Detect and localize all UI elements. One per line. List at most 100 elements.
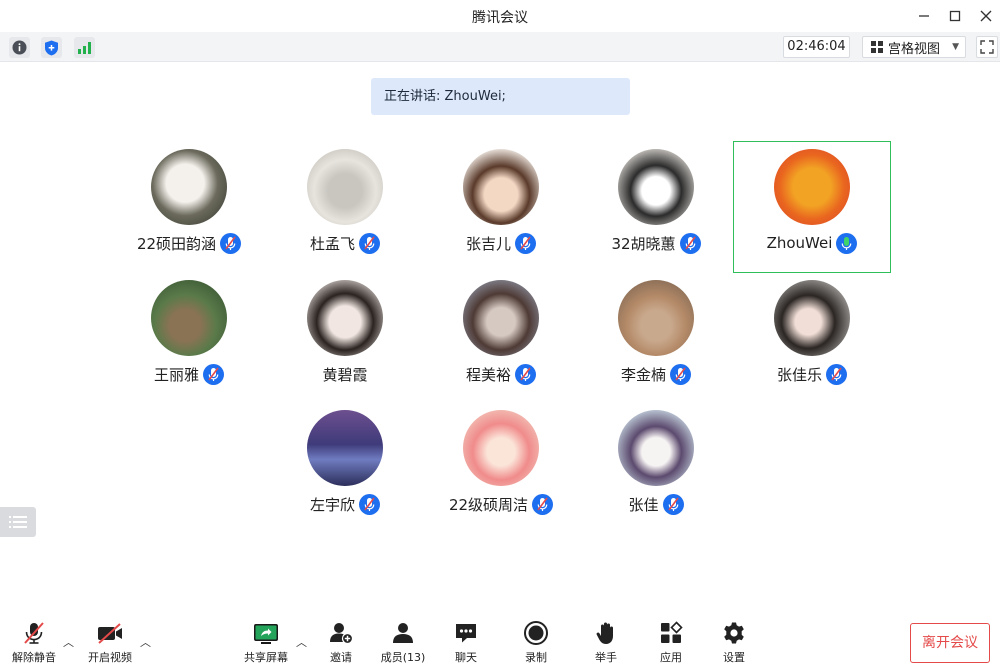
participant-tile[interactable]: 李金楠 bbox=[578, 273, 734, 403]
avatar bbox=[307, 410, 383, 486]
view-mode-selector[interactable]: 宫格视图 ▼ bbox=[862, 36, 966, 58]
participant-name-line: 22硕田韵涵 bbox=[111, 231, 267, 255]
raise-hand-icon bbox=[594, 620, 618, 646]
raise-hand-label: 举手 bbox=[595, 651, 617, 664]
mic-muted-icon bbox=[532, 493, 554, 515]
participant-tile[interactable]: 王丽雅 bbox=[111, 273, 267, 403]
record-icon bbox=[523, 620, 549, 646]
participant-tile[interactable]: 张吉儿 bbox=[423, 142, 579, 272]
record-label: 录制 bbox=[525, 651, 547, 664]
participant-name-line: 张佳乐 bbox=[734, 362, 890, 386]
mic-muted-icon bbox=[203, 363, 224, 385]
participant-name-line: 左宇欣 bbox=[267, 492, 423, 516]
mic-muted-icon bbox=[826, 363, 847, 385]
raise-hand-button[interactable]: 举手 bbox=[574, 620, 638, 666]
minimize-icon[interactable] bbox=[913, 6, 935, 26]
participant-tile[interactable]: 22级硕周洁 bbox=[423, 403, 579, 533]
record-button[interactable]: 录制 bbox=[504, 620, 568, 666]
grid-view-icon bbox=[871, 41, 883, 53]
avatar bbox=[774, 280, 850, 356]
participant-name-line: 李金楠 bbox=[578, 362, 734, 386]
mic-muted-icon bbox=[359, 232, 380, 254]
avatar bbox=[463, 410, 539, 486]
participant-name: 22硕田韵涵 bbox=[136, 234, 217, 253]
participant-name: 李金楠 bbox=[620, 365, 666, 384]
avatar bbox=[307, 280, 383, 356]
gear-icon bbox=[722, 620, 746, 646]
meeting-timer: 02:46:04 bbox=[783, 36, 850, 58]
invite-label: 邀请 bbox=[330, 651, 352, 664]
participant-name-line: 张吉儿 bbox=[423, 231, 579, 255]
avatar bbox=[618, 280, 694, 356]
network-signal-icon[interactable] bbox=[74, 37, 95, 58]
avatar bbox=[618, 410, 694, 486]
mic-muted-icon bbox=[662, 493, 684, 515]
security-shield-icon[interactable] bbox=[41, 37, 62, 58]
participant-tile[interactable]: 22硕田韵涵 bbox=[111, 142, 267, 272]
video-options-chevron-icon[interactable]: ︿ bbox=[140, 634, 151, 650]
chat-button[interactable]: 聊天 bbox=[434, 620, 498, 666]
view-mode-label: 宫格视图 bbox=[888, 41, 941, 57]
info-icon[interactable] bbox=[9, 37, 30, 58]
participant-name-line: 程美裕 bbox=[423, 362, 579, 386]
avatar bbox=[463, 280, 539, 356]
participant-tile[interactable]: 黄碧霞 bbox=[267, 273, 423, 403]
share-screen-icon bbox=[252, 620, 280, 646]
camera-off-icon bbox=[96, 620, 124, 646]
apps-icon bbox=[659, 620, 683, 646]
invite-user-icon bbox=[328, 620, 354, 646]
avatar bbox=[151, 280, 227, 356]
bottom-control-bar: 解除静音 ︿ 开启视频 ︿ 共享屏幕 ︿ 邀请 成员(13) 聊天 录制 举手 … bbox=[0, 612, 1000, 669]
start-video-label: 开启视频 bbox=[88, 651, 132, 664]
avatar bbox=[151, 149, 227, 225]
participant-name-line: ZhouWei bbox=[734, 231, 890, 255]
title-bar: 腾讯会议 bbox=[0, 0, 1000, 32]
mic-speaking-icon bbox=[836, 232, 858, 254]
settings-label: 设置 bbox=[723, 651, 745, 664]
participant-name: 程美裕 bbox=[465, 365, 511, 384]
participant-tile[interactable]: 张佳 bbox=[578, 403, 734, 533]
window-title: 腾讯会议 bbox=[472, 10, 528, 26]
unmute-label: 解除静音 bbox=[12, 651, 56, 664]
mic-muted-icon bbox=[359, 493, 380, 515]
apps-button[interactable]: 应用 bbox=[639, 620, 703, 666]
participant-tile[interactable]: 杜孟飞 bbox=[267, 142, 423, 272]
participant-name: 王丽雅 bbox=[153, 365, 199, 384]
maximize-icon[interactable] bbox=[944, 6, 966, 26]
participant-tile[interactable]: 张佳乐 bbox=[734, 273, 890, 403]
side-list-toggle[interactable] bbox=[0, 507, 36, 537]
mic-muted-icon bbox=[679, 232, 701, 254]
mic-muted-icon bbox=[515, 363, 536, 385]
invite-button[interactable]: 邀请 bbox=[309, 620, 373, 666]
participant-tile[interactable]: 32胡晓蕙 bbox=[578, 142, 734, 272]
participant-name-line: 王丽雅 bbox=[111, 362, 267, 386]
mic-muted-icon bbox=[22, 620, 46, 646]
close-icon[interactable] bbox=[975, 6, 997, 26]
fullscreen-icon[interactable] bbox=[976, 36, 998, 58]
members-icon bbox=[391, 620, 415, 646]
participant-name: 黄碧霞 bbox=[322, 365, 368, 384]
participant-name: 张吉儿 bbox=[465, 234, 511, 253]
participant-name-line: 张佳 bbox=[578, 492, 734, 516]
participant-name: 32胡晓蕙 bbox=[611, 234, 676, 253]
share-options-chevron-icon[interactable]: ︿ bbox=[296, 634, 307, 650]
settings-button[interactable]: 设置 bbox=[702, 620, 766, 666]
leave-meeting-button[interactable]: 离开会议 bbox=[910, 623, 990, 663]
members-label: 成员(13) bbox=[380, 651, 426, 664]
share-screen-button[interactable]: 共享屏幕 bbox=[234, 620, 298, 666]
participant-name: 杜孟飞 bbox=[309, 234, 355, 253]
participant-tile[interactable]: ZhouWei bbox=[733, 141, 891, 273]
chat-bubble-icon bbox=[454, 620, 478, 646]
start-video-button[interactable]: 开启视频 bbox=[78, 620, 142, 666]
audio-options-chevron-icon[interactable]: ︿ bbox=[63, 634, 74, 650]
participant-tile[interactable]: 程美裕 bbox=[423, 273, 579, 403]
mic-muted-icon bbox=[220, 232, 242, 254]
participant-name-line: 黄碧霞 bbox=[267, 362, 423, 386]
participant-name-line: 32胡晓蕙 bbox=[578, 231, 734, 255]
avatar bbox=[463, 149, 539, 225]
unmute-button[interactable]: 解除静音 bbox=[2, 620, 66, 666]
participant-tile[interactable]: 左宇欣 bbox=[267, 403, 423, 533]
speaking-indicator: 正在讲话: ZhouWei; bbox=[371, 78, 630, 115]
avatar bbox=[618, 149, 694, 225]
members-button[interactable]: 成员(13) bbox=[371, 620, 435, 666]
